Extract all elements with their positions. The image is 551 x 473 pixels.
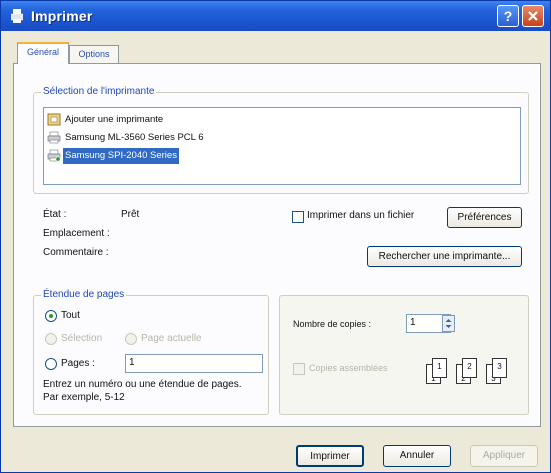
preferences-button[interactable]: Préférences xyxy=(447,207,522,228)
cancel-button[interactable]: Annuler xyxy=(383,445,451,467)
copies-spinner[interactable] xyxy=(442,315,455,332)
printer-list[interactable]: Ajouter une imprimante Samsung ML-3560 S… xyxy=(43,107,521,185)
location-label: Emplacement : xyxy=(43,228,110,239)
printer-icon xyxy=(47,149,61,162)
radio-selection-label: Sélection xyxy=(61,333,103,344)
close-icon xyxy=(528,11,538,21)
tab-general[interactable]: Général xyxy=(17,42,69,64)
title-bar[interactable]: Imprimer ? xyxy=(1,1,550,31)
print-dialog: Imprimer ? Général Options Sélection de … xyxy=(0,0,551,473)
radio-pages-label: Pages : xyxy=(61,358,95,369)
collate-page: 2 xyxy=(462,358,477,378)
radio-selection[interactable] xyxy=(45,333,57,345)
collate-label: Copies assemblées xyxy=(309,363,388,373)
tab-options[interactable]: Options xyxy=(69,45,119,63)
find-printer-button[interactable]: Rechercher une imprimante... xyxy=(367,246,522,267)
help-button[interactable]: ? xyxy=(497,5,519,27)
radio-pages[interactable] xyxy=(45,358,57,370)
pages-hint-line2: Par exemple, 5-12 xyxy=(43,392,125,403)
printer-title-icon xyxy=(11,9,23,23)
window-title: Imprimer xyxy=(31,8,93,24)
collate-page: 3 xyxy=(492,358,507,378)
collate-checkbox[interactable] xyxy=(293,363,305,375)
copies-count-label: Nombre de copies : xyxy=(293,319,372,329)
comment-label: Commentaire : xyxy=(43,247,109,258)
add-printer-icon xyxy=(47,113,61,126)
state-value: Prêt xyxy=(121,209,140,220)
copies-group xyxy=(279,295,529,415)
pages-hint-line1: Entrez un numéro ou une étendue de pages… xyxy=(43,379,242,390)
print-to-file-label: Imprimer dans un fichier xyxy=(307,210,415,221)
print-button[interactable]: Imprimer xyxy=(296,445,364,467)
radio-all-label: Tout xyxy=(61,310,80,321)
printer-item-label: Samsung ML-3560 Series PCL 6 xyxy=(65,132,204,143)
spinner-arrows-icon xyxy=(445,319,452,328)
collate-page: 1 xyxy=(432,358,447,378)
radio-current-page[interactable] xyxy=(125,333,137,345)
state-label: État : xyxy=(43,209,67,220)
radio-all[interactable] xyxy=(45,310,57,322)
radio-current-page-label: Page actuelle xyxy=(141,333,202,344)
apply-button[interactable]: Appliquer xyxy=(470,445,538,467)
printer-selection-legend: Sélection de l'imprimante xyxy=(41,86,157,97)
printer-item-label: Ajouter une imprimante xyxy=(65,114,164,125)
pages-input[interactable]: 1 xyxy=(125,354,263,373)
page-range-legend: Étendue de pages xyxy=(41,289,127,300)
printer-icon xyxy=(47,131,61,144)
printer-item-label: Samsung SPI-2040 Series xyxy=(63,148,179,164)
print-to-file-checkbox[interactable] xyxy=(292,211,304,223)
close-button[interactable] xyxy=(522,5,544,27)
